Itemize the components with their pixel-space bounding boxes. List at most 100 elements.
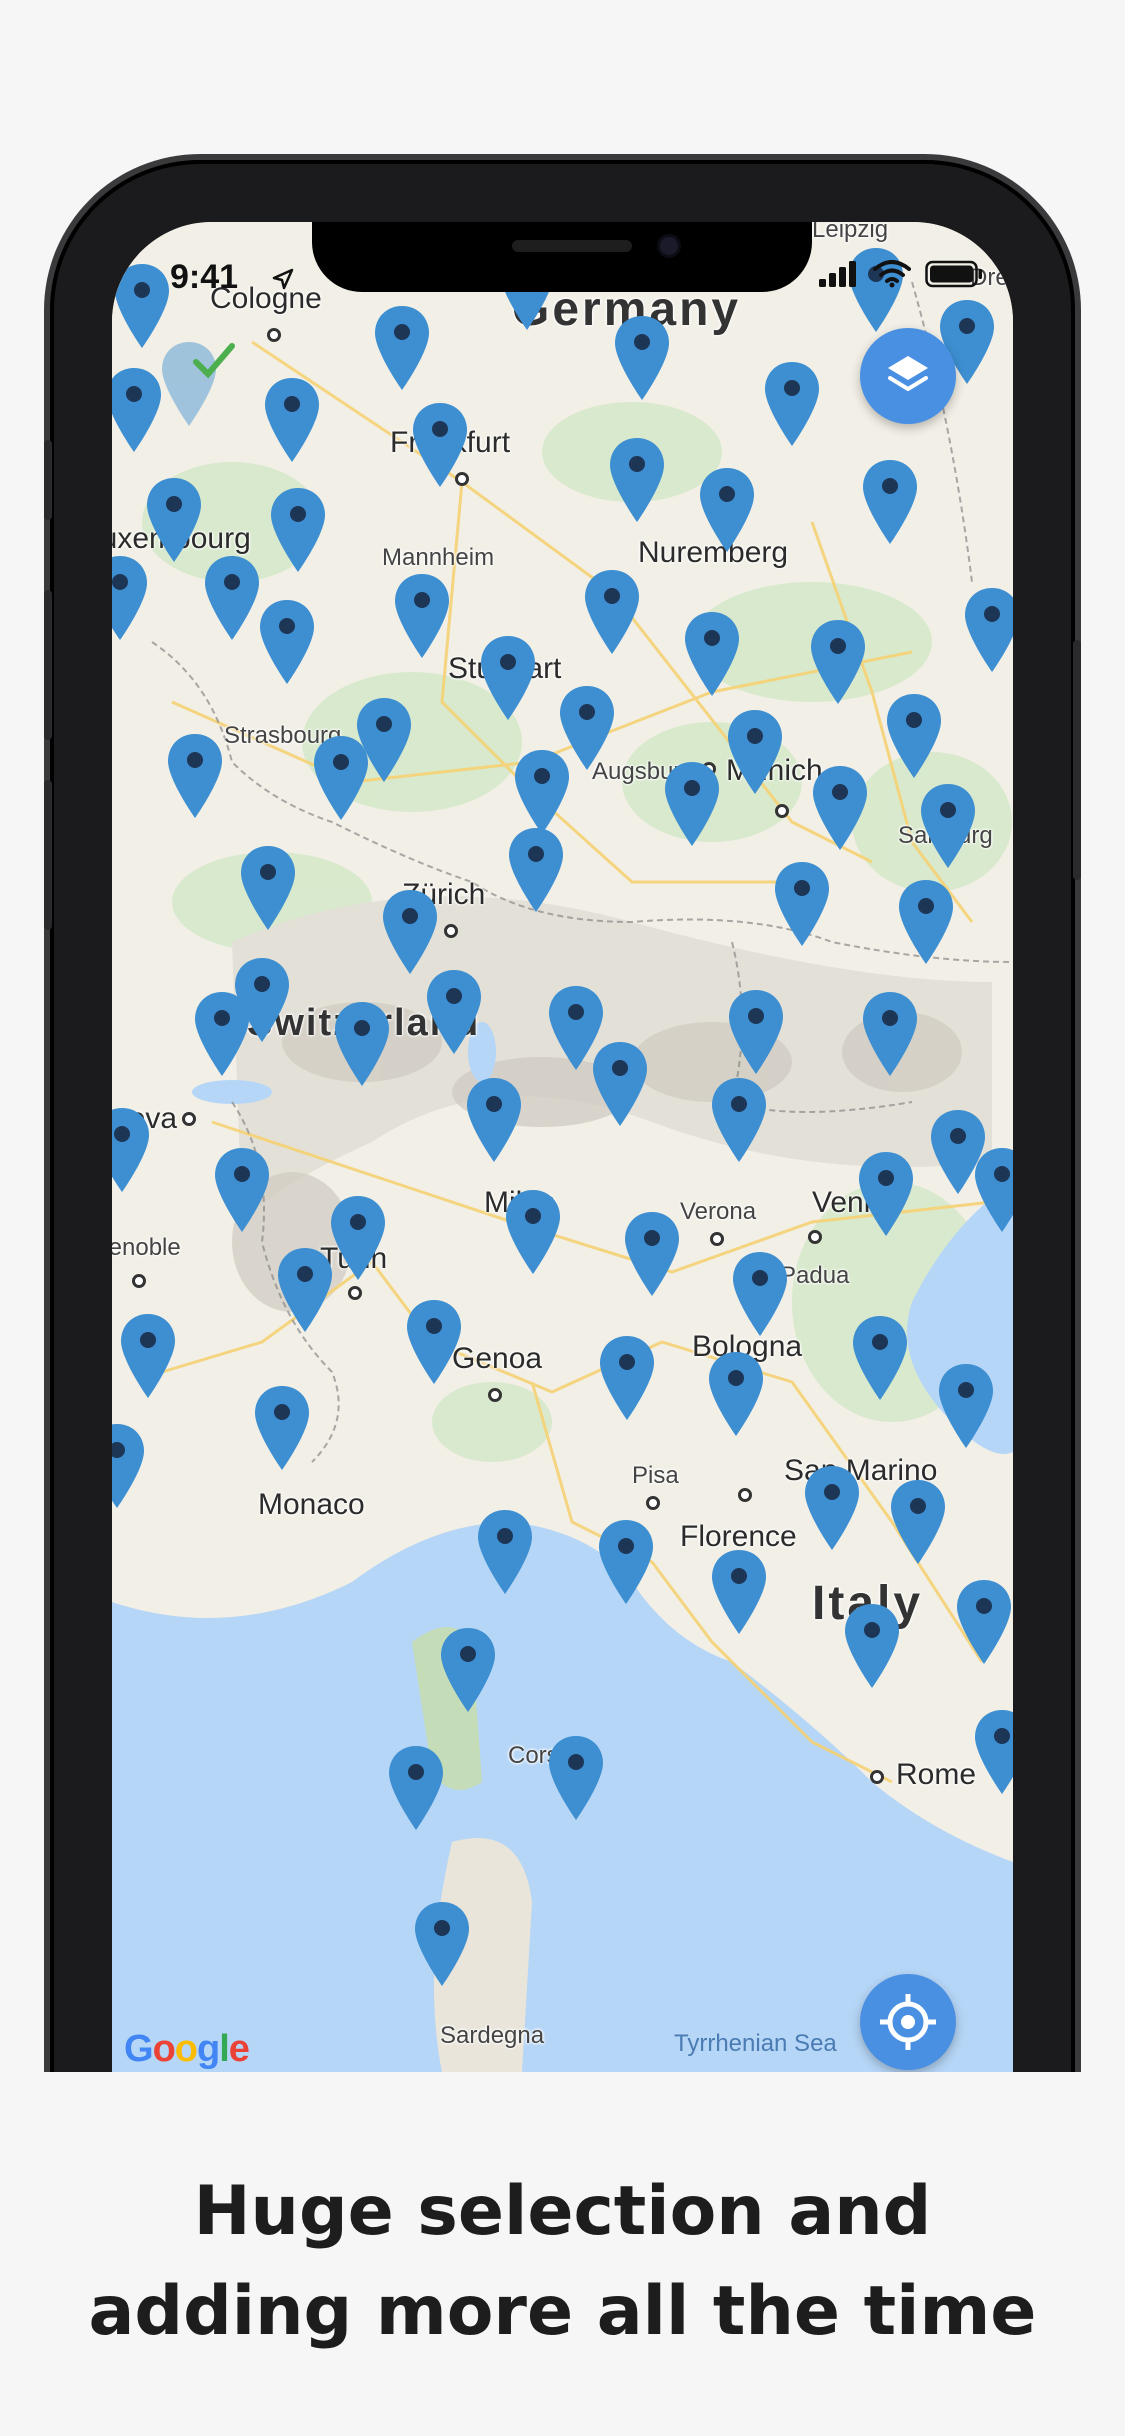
- map-pin[interactable]: [597, 1518, 655, 1606]
- map-pin-icon: [112, 1108, 149, 1192]
- city-dot: [710, 1232, 724, 1246]
- map-pin[interactable]: [479, 634, 537, 722]
- map-pin[interactable]: [608, 436, 666, 524]
- map-pin[interactable]: [851, 1314, 909, 1402]
- city-label: Mannheim: [382, 544, 495, 571]
- map-pin[interactable]: [861, 458, 919, 546]
- map-pin[interactable]: [507, 826, 565, 914]
- map-pin[interactable]: [613, 314, 671, 402]
- map-pin[interactable]: [253, 1384, 311, 1472]
- map-pin[interactable]: [381, 888, 439, 976]
- map-pin[interactable]: [937, 1362, 995, 1450]
- map-pin[interactable]: [269, 486, 327, 574]
- map-pin[interactable]: [843, 1602, 901, 1690]
- layers-icon: [888, 356, 928, 391]
- map-pin[interactable]: [393, 572, 451, 660]
- map-pin-icon: [335, 1002, 389, 1086]
- map-pin[interactable]: [203, 554, 261, 642]
- map-pin[interactable]: [413, 1900, 471, 1988]
- map-pin[interactable]: [387, 1744, 445, 1832]
- map-pin[interactable]: [897, 878, 955, 966]
- map-pin[interactable]: [803, 1464, 861, 1552]
- city-dot: [738, 1488, 752, 1502]
- map-view[interactable]: Germany Cologne Frankfurt Luxembourg Man…: [112, 222, 1013, 2072]
- map-pin[interactable]: [112, 554, 149, 642]
- map-pin-icon: [215, 1148, 269, 1232]
- map-pin-icon: [853, 1316, 907, 1400]
- map-pin[interactable]: [166, 732, 224, 820]
- map-pin[interactable]: [973, 1146, 1013, 1234]
- map-pin[interactable]: [504, 1188, 562, 1276]
- map-pin[interactable]: [239, 844, 297, 932]
- map-pin[interactable]: [809, 618, 867, 706]
- map-pin[interactable]: [727, 988, 785, 1076]
- map-pin-icon: [389, 1746, 443, 1830]
- city-label: Pisa: [632, 1462, 679, 1489]
- map-pin[interactable]: [591, 1040, 649, 1128]
- map-pin-icon: [859, 1152, 913, 1236]
- map-pin[interactable]: [513, 748, 571, 836]
- map-pin[interactable]: [112, 366, 163, 454]
- map-pin-icon: [375, 306, 429, 390]
- map-pin[interactable]: [113, 262, 171, 350]
- map-pin[interactable]: [547, 1734, 605, 1822]
- map-pin[interactable]: [329, 1194, 387, 1282]
- map-pin[interactable]: [145, 476, 203, 564]
- map-pin[interactable]: [373, 304, 431, 392]
- map-pin[interactable]: [193, 990, 251, 1078]
- layers-button[interactable]: [860, 328, 956, 424]
- map-pin-icon: [685, 612, 739, 696]
- map-pin-icon: [271, 488, 325, 572]
- phone-side-button: [44, 780, 52, 930]
- map-pin[interactable]: [112, 1422, 146, 1510]
- map-pin[interactable]: [955, 1578, 1013, 1666]
- city-dot: [267, 328, 281, 342]
- map-pin[interactable]: [710, 1548, 768, 1636]
- map-pin[interactable]: [598, 1334, 656, 1422]
- map-pin[interactable]: [663, 760, 721, 848]
- map-pin[interactable]: [698, 466, 756, 554]
- map-pin[interactable]: [213, 1146, 271, 1234]
- notch: [312, 222, 812, 292]
- map-pin[interactable]: [333, 1000, 391, 1088]
- map-pin[interactable]: [861, 990, 919, 1078]
- map-pin[interactable]: [583, 568, 641, 656]
- map-pin[interactable]: [707, 1350, 765, 1438]
- map-pin[interactable]: [773, 860, 831, 948]
- map-pin[interactable]: [405, 1298, 463, 1386]
- map-pin[interactable]: [425, 968, 483, 1056]
- map-pin-icon: [506, 1190, 560, 1274]
- map-pin[interactable]: [885, 692, 943, 780]
- map-pin[interactable]: [973, 1708, 1013, 1796]
- map-pin[interactable]: [811, 764, 869, 852]
- map-pin[interactable]: [857, 1150, 915, 1238]
- map-pin[interactable]: [710, 1076, 768, 1164]
- map-pin[interactable]: [623, 1210, 681, 1298]
- map-pin[interactable]: [731, 1250, 789, 1338]
- map-pin[interactable]: [112, 1106, 151, 1194]
- map-pin[interactable]: [963, 586, 1013, 674]
- map-pin[interactable]: [119, 1312, 177, 1400]
- map-pin[interactable]: [312, 734, 370, 822]
- map-pin-icon: [887, 694, 941, 778]
- map-pin[interactable]: [763, 360, 821, 448]
- locate-me-button[interactable]: [860, 1974, 956, 2070]
- map-pin-icon: [975, 1148, 1013, 1232]
- map-pin[interactable]: [411, 401, 469, 489]
- map-pin[interactable]: [263, 376, 321, 464]
- map-pin[interactable]: [258, 598, 316, 686]
- map-pin[interactable]: [439, 1626, 497, 1714]
- map-pin[interactable]: [889, 1478, 947, 1566]
- map-pin[interactable]: [476, 1508, 534, 1596]
- map-pin-icon: [278, 1248, 332, 1332]
- map-pin[interactable]: [465, 1076, 523, 1164]
- map-pin[interactable]: [726, 708, 784, 796]
- caption-area: Huge selection and adding more all the t…: [0, 2072, 1125, 2436]
- city-dot: [808, 1230, 822, 1244]
- front-camera: [657, 234, 681, 258]
- map-pin-icon: [805, 1466, 859, 1550]
- map-pin[interactable]: [919, 782, 977, 870]
- map-pin[interactable]: [276, 1246, 334, 1334]
- map-pin-icon: [415, 1902, 469, 1986]
- map-pin[interactable]: [683, 610, 741, 698]
